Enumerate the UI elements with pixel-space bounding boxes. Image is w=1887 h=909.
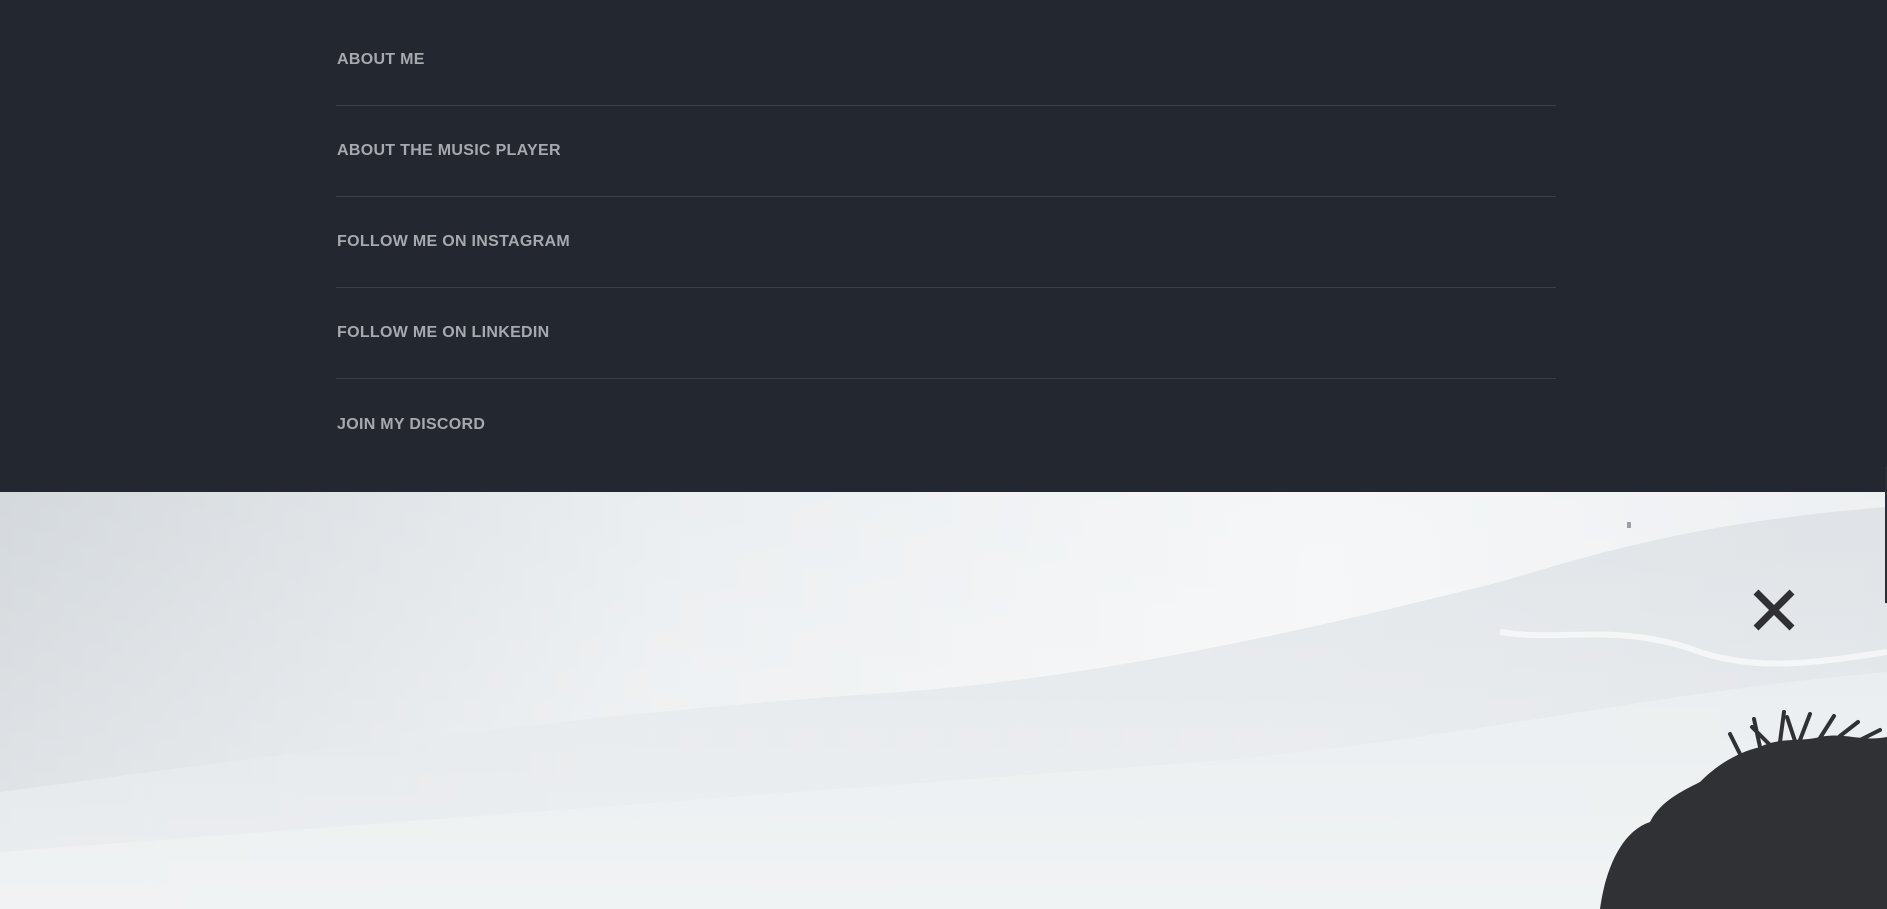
- close-icon: [1753, 589, 1795, 631]
- menu-link-about-me[interactable]: ABOUT ME: [336, 51, 425, 69]
- menu-item-discord[interactable]: JOIN MY DISCORD: [336, 379, 1556, 470]
- menu-item-instagram[interactable]: FOLLOW ME ON INSTAGRAM: [336, 197, 1556, 288]
- navigation-menu: ABOUT ME ABOUT THE MUSIC PLAYER FOLLOW M…: [0, 0, 1887, 492]
- landscape-illustration: [0, 492, 1887, 909]
- menu-item-about-me[interactable]: ABOUT ME: [336, 15, 1556, 106]
- hero-landscape-image: [0, 492, 1887, 909]
- close-button[interactable]: [1750, 586, 1798, 634]
- menu-item-linkedin[interactable]: FOLLOW ME ON LINKEDIN: [336, 288, 1556, 379]
- menu-link-discord[interactable]: JOIN MY DISCORD: [336, 416, 485, 434]
- menu-link-about-music-player[interactable]: ABOUT THE MUSIC PLAYER: [336, 142, 561, 160]
- menu-link-instagram[interactable]: FOLLOW ME ON INSTAGRAM: [336, 233, 570, 251]
- menu-link-linkedin[interactable]: FOLLOW ME ON LINKEDIN: [336, 324, 550, 342]
- menu-list: ABOUT ME ABOUT THE MUSIC PLAYER FOLLOW M…: [336, 15, 1556, 470]
- menu-item-about-music-player[interactable]: ABOUT THE MUSIC PLAYER: [336, 106, 1556, 197]
